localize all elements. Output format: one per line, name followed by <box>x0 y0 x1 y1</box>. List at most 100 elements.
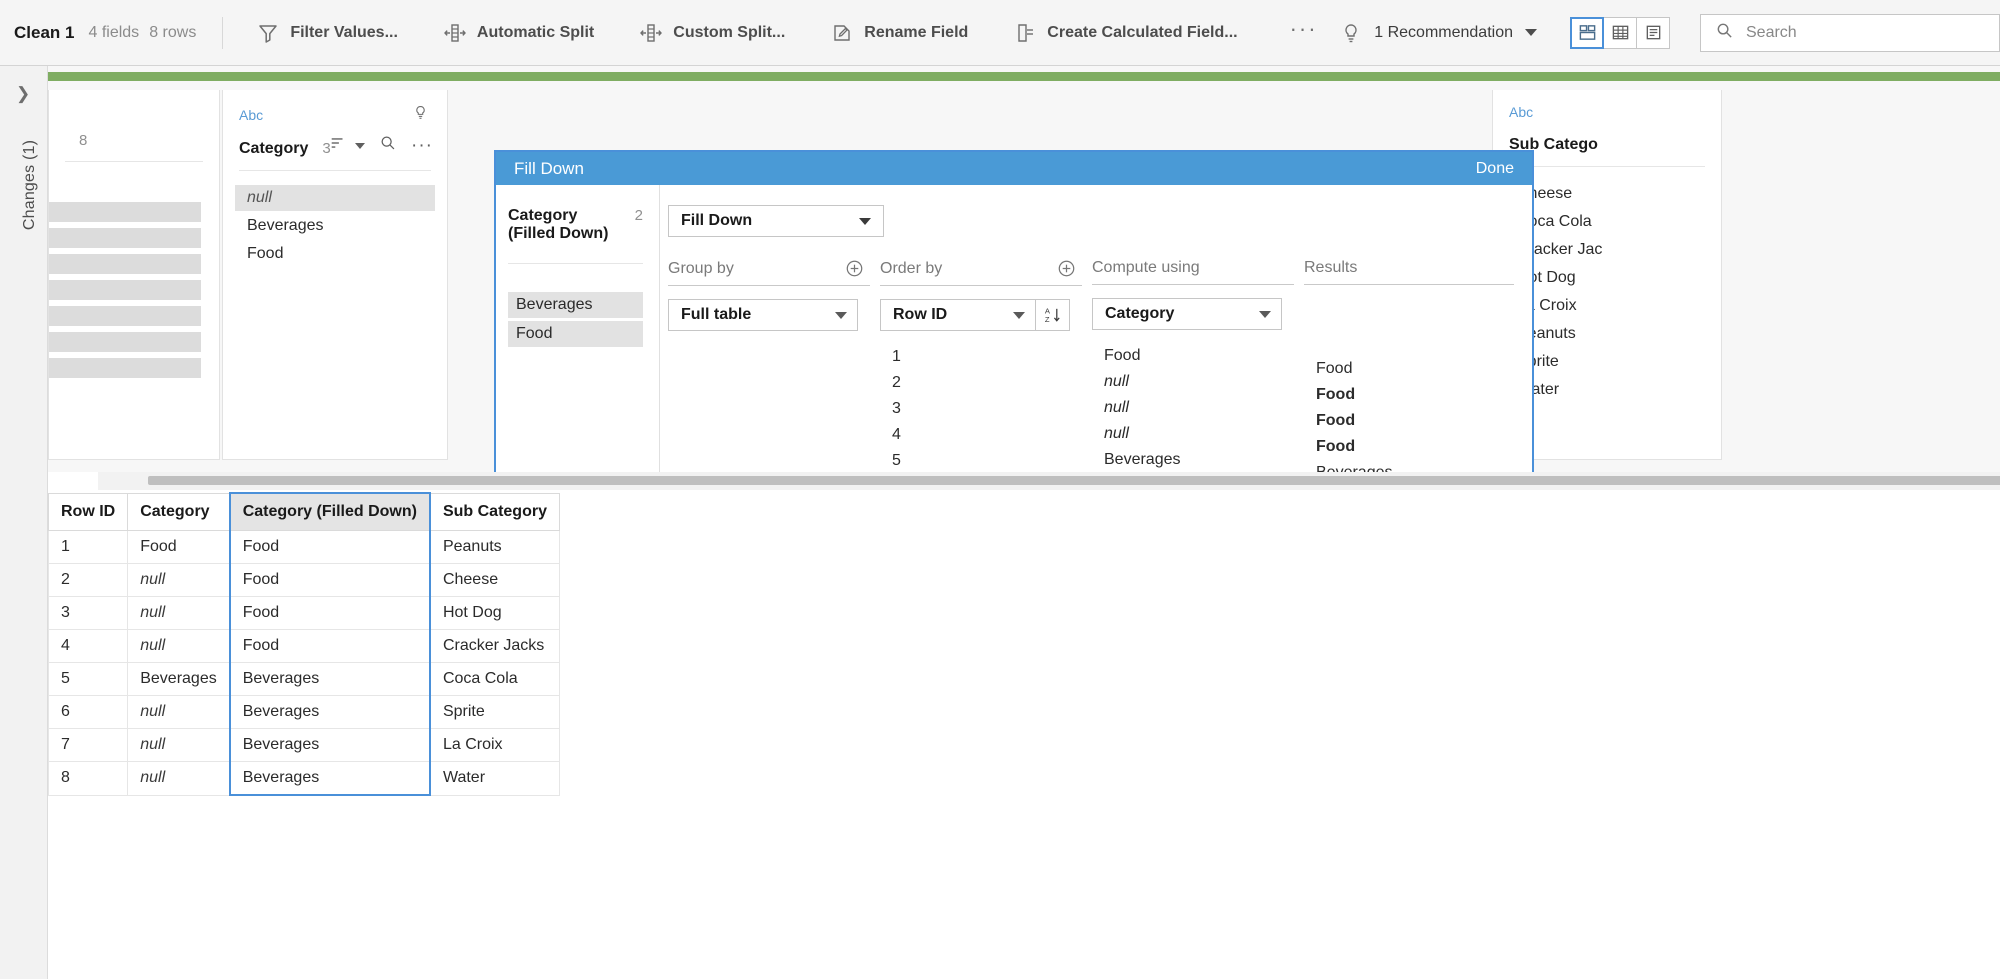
list-item[interactable]: null <box>235 185 435 211</box>
table-row[interactable]: 5 Beverages Beverages Coca Cola <box>47 662 560 696</box>
table-row[interactable]: 8 null Beverages Water <box>47 761 560 796</box>
toolbar-right-group: 1 Recommendation Search <box>1330 13 2000 52</box>
table-row[interactable]: 2 null Food Cheese <box>47 563 560 597</box>
filled-field-count: 2 <box>634 207 643 224</box>
row-id-cell: 2 <box>892 374 901 391</box>
cell-row-id: 3 <box>47 596 129 630</box>
list-item[interactable]: La Croix <box>1505 293 1709 319</box>
column-header-category-filled-down[interactable]: Category (Filled Down) <box>228 492 431 531</box>
list-item[interactable]: Food <box>235 241 435 267</box>
more-options-icon[interactable]: ··· <box>411 136 433 155</box>
list-item[interactable]: Food <box>508 321 643 347</box>
cell-category-filled-down: Beverages <box>228 695 431 729</box>
search-icon[interactable] <box>379 134 397 157</box>
group-by-value: Full table <box>681 306 752 323</box>
view-mode-profile-button[interactable] <box>1570 16 1604 49</box>
sort-az-descending-icon[interactable]: A Z <box>1036 299 1070 331</box>
group-by-select[interactable]: Full table <box>668 299 858 331</box>
chevron-down-icon <box>1525 29 1537 36</box>
column-header-row-id[interactable]: Row ID <box>47 492 129 531</box>
histogram-bar <box>49 280 201 300</box>
table-row[interactable]: 4 null Food Cracker Jacks <box>47 629 560 663</box>
svg-text:Z: Z <box>1045 315 1050 324</box>
table-row[interactable]: 1 Food Food Peanuts <box>47 530 560 564</box>
column-header-sub-category[interactable]: Sub Category <box>429 492 560 531</box>
rename-field-button[interactable]: Rename Field <box>819 14 980 52</box>
card-header: 8 <box>49 90 219 162</box>
field-count-label: 4 fields <box>88 23 140 41</box>
horizontal-scrollbar-track[interactable] <box>98 472 2000 490</box>
chevron-right-icon[interactable]: ❯ <box>16 84 30 104</box>
list-item[interactable]: Beverages <box>235 213 435 239</box>
add-order-by-icon[interactable] <box>1057 259 1076 278</box>
result-value-cell: Food <box>1316 360 1353 377</box>
order-by-header: Order by <box>880 259 1082 278</box>
list-item[interactable]: Beverages <box>508 292 643 318</box>
list-item[interactable]: Cracker Jac <box>1505 237 1709 263</box>
card-toolbar: ··· <box>329 134 433 157</box>
group-by-label: Group by <box>668 259 734 277</box>
recommendations-button[interactable]: 1 Recommendation <box>1330 16 1547 50</box>
chevron-down-icon[interactable] <box>355 142 366 149</box>
fill-mode-select[interactable]: Fill Down <box>668 205 884 237</box>
search-placeholder-text: Search <box>1746 23 1797 41</box>
changes-panel-label[interactable]: Changes (1) <box>21 125 39 245</box>
sort-icon[interactable] <box>329 134 347 157</box>
list-item[interactable]: Sprite <box>1505 349 1709 375</box>
divider <box>508 263 643 264</box>
order-by-select[interactable]: Row ID <box>880 299 1036 331</box>
horizontal-scrollbar-thumb[interactable] <box>148 476 2000 485</box>
result-value-cell: Food <box>1316 386 1356 403</box>
row-id-cell: 1 <box>892 348 901 365</box>
cell-category-filled-down: Food <box>228 596 431 630</box>
row-id-cell: 3 <box>892 400 901 417</box>
view-mode-grid-button[interactable] <box>1603 16 1637 49</box>
add-group-by-icon[interactable] <box>845 259 864 278</box>
histogram-bars[interactable] <box>49 162 219 378</box>
list-item[interactable]: Peanuts <box>1505 321 1709 347</box>
table-row[interactable]: 3 null Food Hot Dog <box>47 596 560 630</box>
top-toolbar: Clean 1 4 fields 8 rows Filter Values... <box>0 0 2000 66</box>
automatic-split-button[interactable]: Automatic Split <box>432 14 606 52</box>
data-type-label: Abc <box>239 107 264 123</box>
chevron-down-icon <box>859 217 871 225</box>
cell-category-filled-down: Beverages <box>228 662 431 696</box>
view-mode-list-button[interactable] <box>1636 16 1670 49</box>
rename-field-label: Rename Field <box>864 23 969 41</box>
fill-down-editor-panel: Fill Down Done Category (Filled Down) 2 … <box>494 150 1534 472</box>
compute-using-select[interactable]: Category <box>1092 298 1282 330</box>
recommendation-count-label: 1 Recommendation <box>1374 23 1513 41</box>
card-header: Abc Category 3 ··· <box>223 90 447 171</box>
create-calculated-field-button[interactable]: Create Calculated Field... <box>1002 14 1249 52</box>
search-input[interactable]: Search <box>1700 13 2000 52</box>
table-row[interactable]: 7 null Beverages La Croix <box>47 728 560 762</box>
order-by-column: Order by Row ID A Z 1 2 3 4 5 <box>880 259 1082 472</box>
profile-card-row-id[interactable]: 8 <box>48 90 220 460</box>
profile-card-category[interactable]: Abc Category 3 ··· null Beverages Food <box>222 90 448 460</box>
view-mode-toggle-group <box>1570 16 1670 49</box>
more-options-button[interactable]: ··· <box>1278 17 1330 46</box>
histogram-bar <box>49 358 201 378</box>
source-value-cell: Food <box>1104 347 1141 364</box>
table-row[interactable]: 6 null Beverages Sprite <box>47 695 560 729</box>
filter-icon <box>257 22 279 44</box>
list-item[interactable]: Water <box>1505 377 1709 403</box>
order-by-label: Order by <box>880 259 943 277</box>
list-item[interactable]: Hot Dog <box>1505 265 1709 291</box>
histogram-bar <box>49 202 201 222</box>
filter-values-button[interactable]: Filter Values... <box>245 14 410 52</box>
cell-category-filled-down: Beverages <box>228 728 431 762</box>
source-value-cell: null <box>1104 425 1129 442</box>
tableau-prep-window: Clean 1 4 fields 8 rows Filter Values... <box>0 0 2000 979</box>
done-button[interactable]: Done <box>1476 160 1514 178</box>
recommendation-bulb-icon[interactable] <box>412 104 431 126</box>
divider <box>668 285 870 286</box>
automatic-split-label: Automatic Split <box>476 23 595 41</box>
list-item[interactable]: Cheese <box>1505 181 1709 207</box>
row-id-cell: 4 <box>892 426 901 443</box>
results-header: Results <box>1304 259 1514 277</box>
column-header-category[interactable]: Category <box>127 492 231 531</box>
custom-split-button[interactable]: Custom Split... <box>628 14 797 52</box>
custom-split-label: Custom Split... <box>673 23 786 41</box>
list-item[interactable]: Coca Cola <box>1505 209 1709 235</box>
